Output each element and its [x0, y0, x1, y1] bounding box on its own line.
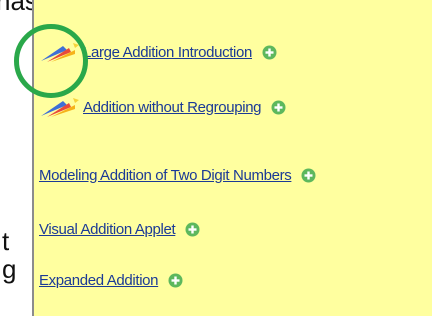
expand-plus-icon[interactable] [262, 45, 277, 60]
expand-plus-icon[interactable] [185, 222, 200, 237]
pencil-brush-icon [41, 98, 79, 117]
list-item: Expanded Addition [39, 268, 183, 292]
link-expanded-addition[interactable]: Expanded Addition [39, 272, 159, 289]
text-fragment: g [2, 254, 17, 284]
expand-plus-icon[interactable] [301, 168, 316, 183]
text-fragment: has [0, 0, 32, 16]
link-addition-without-regrouping[interactable]: Addition without Regrouping [83, 99, 262, 116]
resource-links-panel: Large Addition Introduction Addition wit… [32, 0, 432, 316]
expand-plus-icon[interactable] [271, 100, 286, 115]
list-item: Visual Addition Applet [39, 217, 200, 241]
list-item: Modeling Addition of Two Digit Numbers [39, 163, 316, 187]
link-large-addition-introduction[interactable]: Large Addition Introduction [83, 44, 252, 61]
expand-plus-icon[interactable] [168, 273, 183, 288]
list-item: Addition without Regrouping [34, 95, 286, 119]
highlight-circle [14, 24, 88, 98]
text-fragment: t [2, 226, 10, 256]
link-visual-addition-applet[interactable]: Visual Addition Applet [39, 221, 176, 238]
link-modeling-addition-two-digit[interactable]: Modeling Addition of Two Digit Numbers [39, 167, 292, 184]
